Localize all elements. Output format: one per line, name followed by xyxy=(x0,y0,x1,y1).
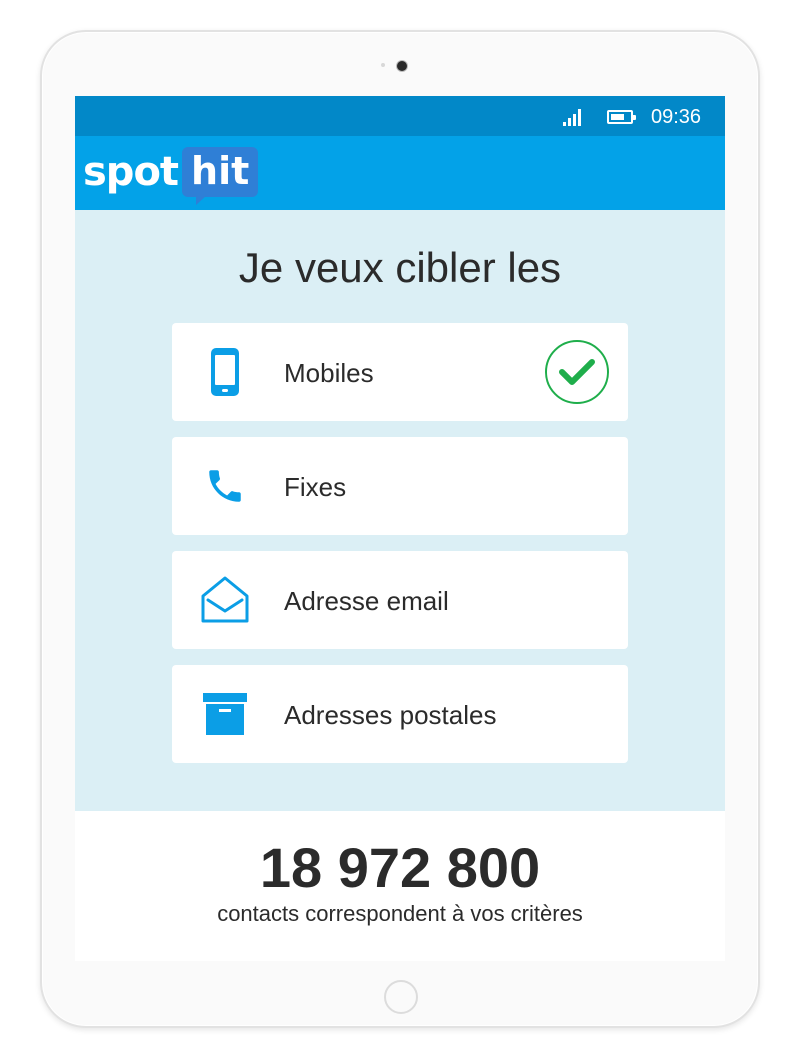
logo-text-hit: hit xyxy=(191,149,250,193)
status-time: 09:36 xyxy=(651,106,702,128)
battery-level xyxy=(611,114,624,120)
option-mobiles[interactable]: Mobiles xyxy=(172,323,628,421)
option-postal[interactable]: Adresses postales xyxy=(172,665,628,763)
page-title: Je veux cibler les xyxy=(238,244,562,291)
mobile-phone-icon xyxy=(200,347,250,397)
battery-icon xyxy=(607,110,636,124)
logo-text-spot: spot xyxy=(83,149,179,195)
option-label: Adresses postales xyxy=(284,700,497,730)
result-panel: 18 972 800 contacts correspondent à vos … xyxy=(75,811,725,961)
option-label: Fixes xyxy=(284,472,347,502)
option-email[interactable]: Adresse email xyxy=(172,551,628,649)
signal-icon xyxy=(563,108,585,126)
logo-badge: hit xyxy=(182,147,259,205)
envelope-open-icon xyxy=(200,575,250,625)
contacts-count: 18 972 800 xyxy=(259,836,541,899)
app-screen: 09:36 spot hit Je veux cibler les Mobile… xyxy=(75,96,725,961)
camera-icon xyxy=(397,61,407,71)
option-fixes[interactable]: Fixes xyxy=(172,437,628,535)
spothit-logo[interactable]: spot hit xyxy=(83,143,259,205)
option-label: Mobiles xyxy=(284,358,374,388)
home-button[interactable] xyxy=(384,980,418,1014)
contacts-caption: contacts correspondent à vos critères xyxy=(217,901,583,926)
phone-handset-icon xyxy=(200,461,250,511)
proximity-sensor xyxy=(381,63,385,67)
option-label: Adresse email xyxy=(284,586,449,616)
status-bar: 09:36 xyxy=(75,96,725,136)
box-icon xyxy=(200,689,250,739)
app-header: spot hit xyxy=(75,136,725,210)
check-icon xyxy=(545,340,609,404)
target-options-list: Mobiles Fixes Adresse email Adresses pos… xyxy=(172,323,628,779)
